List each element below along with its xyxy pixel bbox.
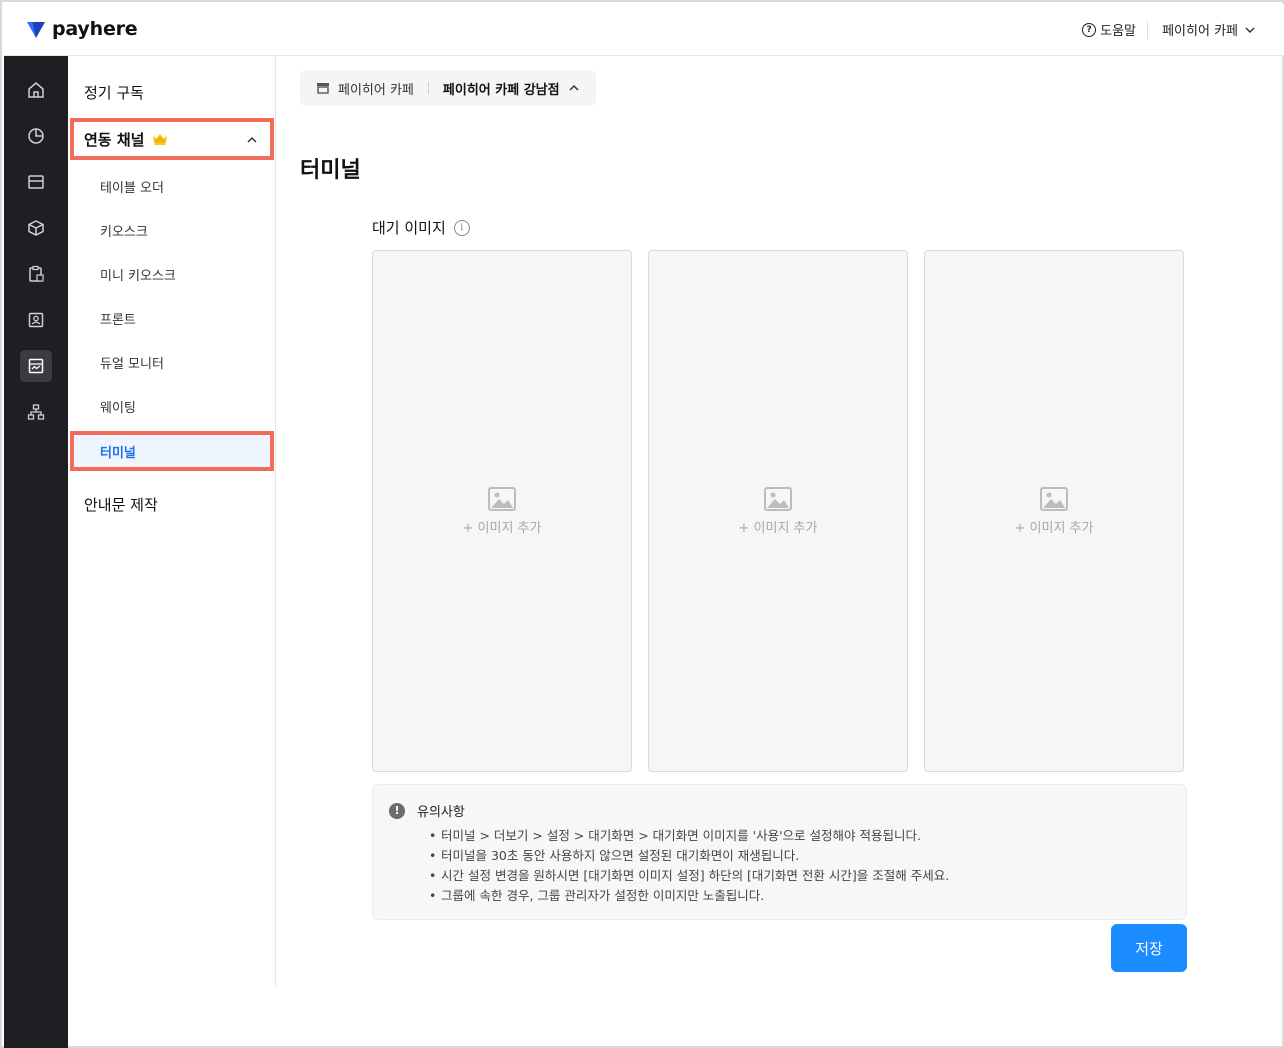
- rail-sales[interactable]: [20, 120, 52, 152]
- add-image-label: + 이미지 추가: [1014, 520, 1094, 536]
- crown-icon: [153, 134, 168, 145]
- notice-title: 유의사항: [417, 805, 465, 820]
- image-placeholder-icon: [1040, 486, 1068, 511]
- chart-pie-icon: [28, 128, 44, 144]
- payhere-logo[interactable]: payhere: [26, 18, 138, 40]
- branch-name: 페이히어 카페 강남점: [442, 82, 560, 98]
- top-header: payhere ? 도움말 페이히어 카페: [4, 4, 1284, 56]
- sidebar-group-linked-channels[interactable]: 연동 채널: [70, 118, 274, 160]
- save-button[interactable]: 저장: [1111, 924, 1187, 972]
- chevron-up-icon: [569, 84, 579, 91]
- sidebar-item-terminal[interactable]: 터미널: [70, 431, 274, 471]
- contact-icon: [28, 312, 44, 328]
- notice-item: 시간 설정 변경을 원하시면 [대기화면 이미지 설정] 하단의 [대기화면 전…: [429, 866, 1170, 886]
- help-link[interactable]: ? 도움말: [1082, 20, 1136, 39]
- storefront-icon: [28, 358, 44, 374]
- notice-item: 터미널을 30초 동안 사용하지 않으면 설정된 대기화면이 재생됩니다.: [429, 846, 1170, 866]
- image-upload-slot-2[interactable]: + 이미지 추가: [648, 250, 908, 772]
- logo-text: payhere: [52, 18, 138, 40]
- chevron-down-icon: [1245, 26, 1255, 33]
- chevron-up-icon: [247, 136, 257, 143]
- clipboard-icon: [29, 265, 44, 282]
- add-image-label: + 이미지 추가: [738, 520, 818, 536]
- rail-customers[interactable]: [20, 304, 52, 336]
- add-image-label: + 이미지 추가: [462, 520, 542, 536]
- page-title: 터미널: [300, 158, 361, 183]
- help-label: 도움말: [1100, 24, 1136, 39]
- sub-sidebar: 정기 구독 연동 채널 테이블 오더 키오스크 미니 키오스크 프론트 듀얼 모…: [68, 56, 276, 986]
- app-window: payhere ? 도움말 페이히어 카페 정기 구독 연동 채널 테이블 오더…: [0, 0, 1284, 1048]
- store-account-menu[interactable]: 페이히어 카페: [1162, 20, 1256, 39]
- store-account-label: 페이히어 카페: [1162, 24, 1238, 39]
- standby-image-label: 대기 이미지 i: [372, 217, 470, 238]
- standby-image-title: 대기 이미지: [372, 219, 446, 237]
- image-placeholder-icon: [488, 486, 516, 511]
- header-divider: [1147, 21, 1148, 39]
- sidebar-group-label: 연동 채널: [84, 130, 145, 149]
- card-icon: [28, 175, 44, 189]
- rail-products[interactable]: [20, 212, 52, 244]
- help-icon: ?: [1082, 22, 1097, 37]
- image-placeholder-icon: [764, 486, 792, 511]
- notice-item: 터미널 > 더보기 > 설정 > 대기화면 > 대기화면 이미지를 '사용'으로…: [429, 826, 1170, 846]
- info-icon[interactable]: i: [453, 219, 470, 236]
- store-selector-divider: [427, 82, 429, 94]
- notice-item: 그룹에 속한 경우, 그룹 관리자가 설정한 이미지만 노출됩니다.: [429, 886, 1170, 906]
- sidebar-item-mini-kiosk[interactable]: 미니 키오스크: [100, 265, 176, 284]
- rail-home[interactable]: [20, 74, 52, 106]
- notice-header: ! 유의사항: [389, 801, 1170, 820]
- exclamation-icon: !: [389, 802, 405, 819]
- notice-list: 터미널 > 더보기 > 설정 > 대기화면 > 대기화면 이미지를 '사용'으로…: [389, 826, 1170, 906]
- rail-store[interactable]: [20, 350, 52, 382]
- icon-rail: [4, 56, 68, 1048]
- store-name: 페이히어 카페: [338, 82, 414, 98]
- sidebar-item-front[interactable]: 프론트: [100, 309, 136, 328]
- sidebar-item-subscription[interactable]: 정기 구독: [84, 82, 144, 103]
- rail-organization[interactable]: [20, 396, 52, 428]
- box-icon: [28, 220, 44, 236]
- payhere-logo-icon: [27, 22, 45, 38]
- rail-payments[interactable]: [20, 166, 52, 198]
- rail-inventory[interactable]: [20, 258, 52, 290]
- sidebar-item-notice-make[interactable]: 안내문 제작: [84, 494, 158, 515]
- org-chart-icon: [27, 404, 45, 420]
- image-upload-slot-1[interactable]: + 이미지 추가: [372, 250, 632, 772]
- store-selector[interactable]: 페이히어 카페 페이히어 카페 강남점: [300, 70, 596, 106]
- image-upload-slot-3[interactable]: + 이미지 추가: [924, 250, 1184, 772]
- notice-box: ! 유의사항 터미널 > 더보기 > 설정 > 대기화면 > 대기화면 이미지를…: [372, 784, 1187, 920]
- store-icon: [317, 83, 329, 94]
- sidebar-item-kiosk[interactable]: 키오스크: [100, 221, 148, 240]
- sidebar-item-table-order[interactable]: 테이블 오더: [100, 177, 164, 196]
- sidebar-item-waiting[interactable]: 웨이팅: [100, 397, 136, 416]
- sidebar-item-dual-monitor[interactable]: 듀얼 모니터: [100, 353, 164, 372]
- home-icon: [28, 82, 44, 98]
